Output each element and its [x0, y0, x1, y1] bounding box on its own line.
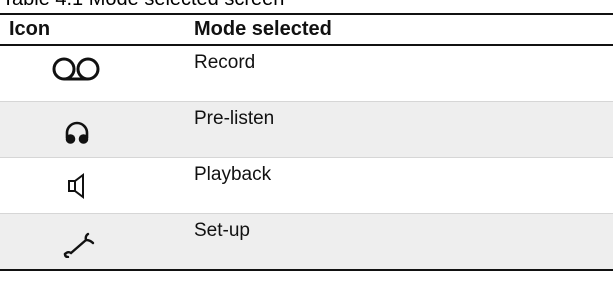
- header-icon: Icon: [9, 18, 51, 40]
- table-row: Playback: [0, 158, 613, 214]
- table-row: Set-up: [0, 214, 613, 269]
- icon-cell: [0, 158, 194, 213]
- table-caption: Table 4.1 Mode selected screen: [2, 0, 284, 11]
- cassette-reels-icon: [51, 56, 101, 84]
- icon-cell: [0, 214, 194, 269]
- mode-label: Record: [194, 52, 256, 73]
- speaker-icon: [66, 173, 88, 199]
- table-row: Record: [0, 46, 613, 102]
- document-page: Table 4.1 Mode selected screen Icon Mode…: [0, 0, 614, 300]
- icon-cell: [0, 102, 194, 157]
- mode-table: Icon Mode selected Record Pre-listen Pla…: [0, 13, 613, 271]
- table-row: Pre-listen: [0, 102, 613, 158]
- icon-cell: [0, 46, 194, 101]
- header-mode-selected: Mode selected: [194, 18, 332, 40]
- mode-label: Playback: [194, 164, 272, 185]
- headphones-icon: [63, 119, 91, 147]
- mode-label: Pre-listen: [194, 108, 275, 129]
- mode-label: Set-up: [194, 220, 250, 241]
- table-header-row: Icon Mode selected: [0, 15, 613, 46]
- wrench-icon: [62, 232, 96, 258]
